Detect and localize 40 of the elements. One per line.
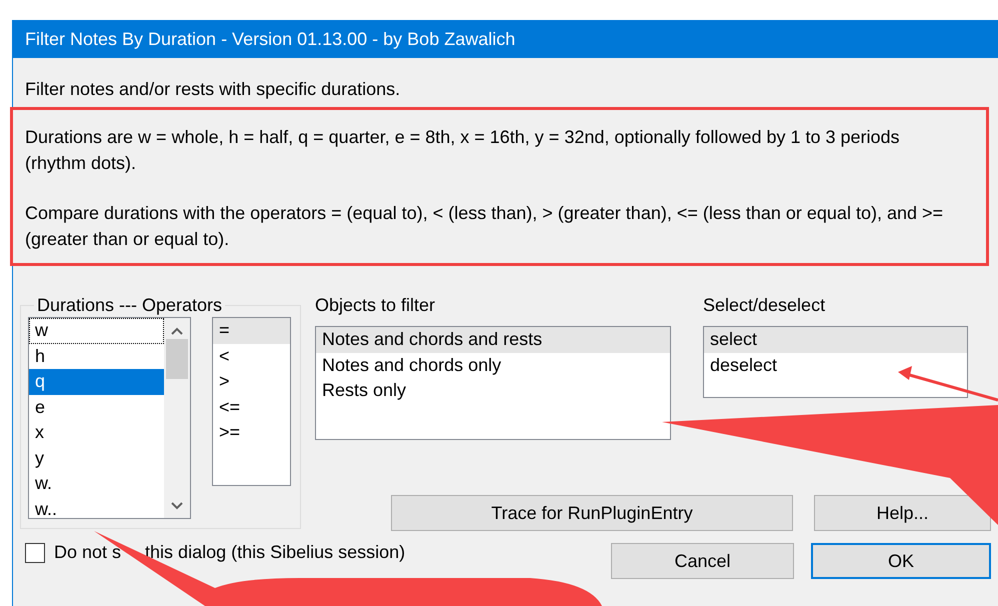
scrollbar[interactable]	[164, 318, 190, 518]
scroll-thumb[interactable]	[166, 339, 188, 379]
select-listbox[interactable]: select deselect	[703, 326, 968, 398]
list-item[interactable]: y	[29, 446, 164, 471]
list-item[interactable]: >	[213, 369, 290, 394]
checkbox[interactable]	[25, 542, 45, 562]
list-item[interactable]: >=	[213, 420, 290, 446]
list-item[interactable]: <=	[213, 394, 290, 420]
operators-listbox[interactable]: = < > <= >=	[212, 317, 291, 486]
list-item[interactable]: select	[704, 327, 967, 352]
list-item[interactable]: w..	[29, 496, 164, 518]
list-item[interactable]: w.	[29, 471, 164, 496]
dialog-button[interactable]: Trace for RunPluginEntry	[391, 495, 793, 531]
list-label: Objects to filter	[315, 294, 436, 317]
dialog-button[interactable]: Help...	[814, 495, 991, 531]
objects-listbox[interactable]: Notes and chords and rests Notes and chords only Rests only	[315, 326, 671, 440]
scroll-down-icon[interactable]	[171, 502, 183, 510]
list-item[interactable]: <	[213, 344, 290, 369]
dialog-button[interactable]: Cancel	[611, 543, 794, 579]
list-item[interactable]: Notes and chords and rests	[316, 327, 670, 352]
list-label: Select/deselect	[703, 294, 826, 317]
group-title: Durations --- Operators	[36, 294, 224, 316]
list-item[interactable]: =	[213, 318, 290, 344]
list-item[interactable]: deselect	[704, 352, 967, 378]
note-text: Durations are w = whole, h = half, q = quarter, e = 8th, x = 16th, y = 32nd, optionally followed by 1 to 3 periods (rhythm dots).	[25, 126, 901, 175]
durations-listbox[interactable]: w h q e x y w. w..	[28, 317, 191, 519]
list-item[interactable]: Notes and chords only	[316, 352, 670, 378]
list-item[interactable]: h	[29, 344, 164, 369]
note-text: Compare durations with the operators = (equal to), < (less than), > (greater than), <= (less than or equal to), and >= (greater than or equal to).	[25, 202, 944, 251]
list-item[interactable]: q	[29, 369, 164, 394]
list-item[interactable]: e	[29, 394, 164, 420]
dialog-button[interactable]: OK	[811, 543, 991, 579]
checkbox-label: this dialog (this Sibelius session)	[145, 541, 406, 564]
list-item[interactable]: x	[29, 420, 164, 446]
scroll-up-icon[interactable]	[171, 327, 183, 335]
intro-text: Filter notes and/or rests with specific durations.	[25, 79, 400, 99]
checkbox-label: Do not s	[54, 541, 122, 564]
list-item[interactable]: Rests only	[316, 378, 670, 404]
list-item[interactable]: w	[29, 318, 164, 344]
window-title: Filter Notes By Duration - Version 01.13.00 - by Bob Zawalich	[13, 20, 998, 58]
